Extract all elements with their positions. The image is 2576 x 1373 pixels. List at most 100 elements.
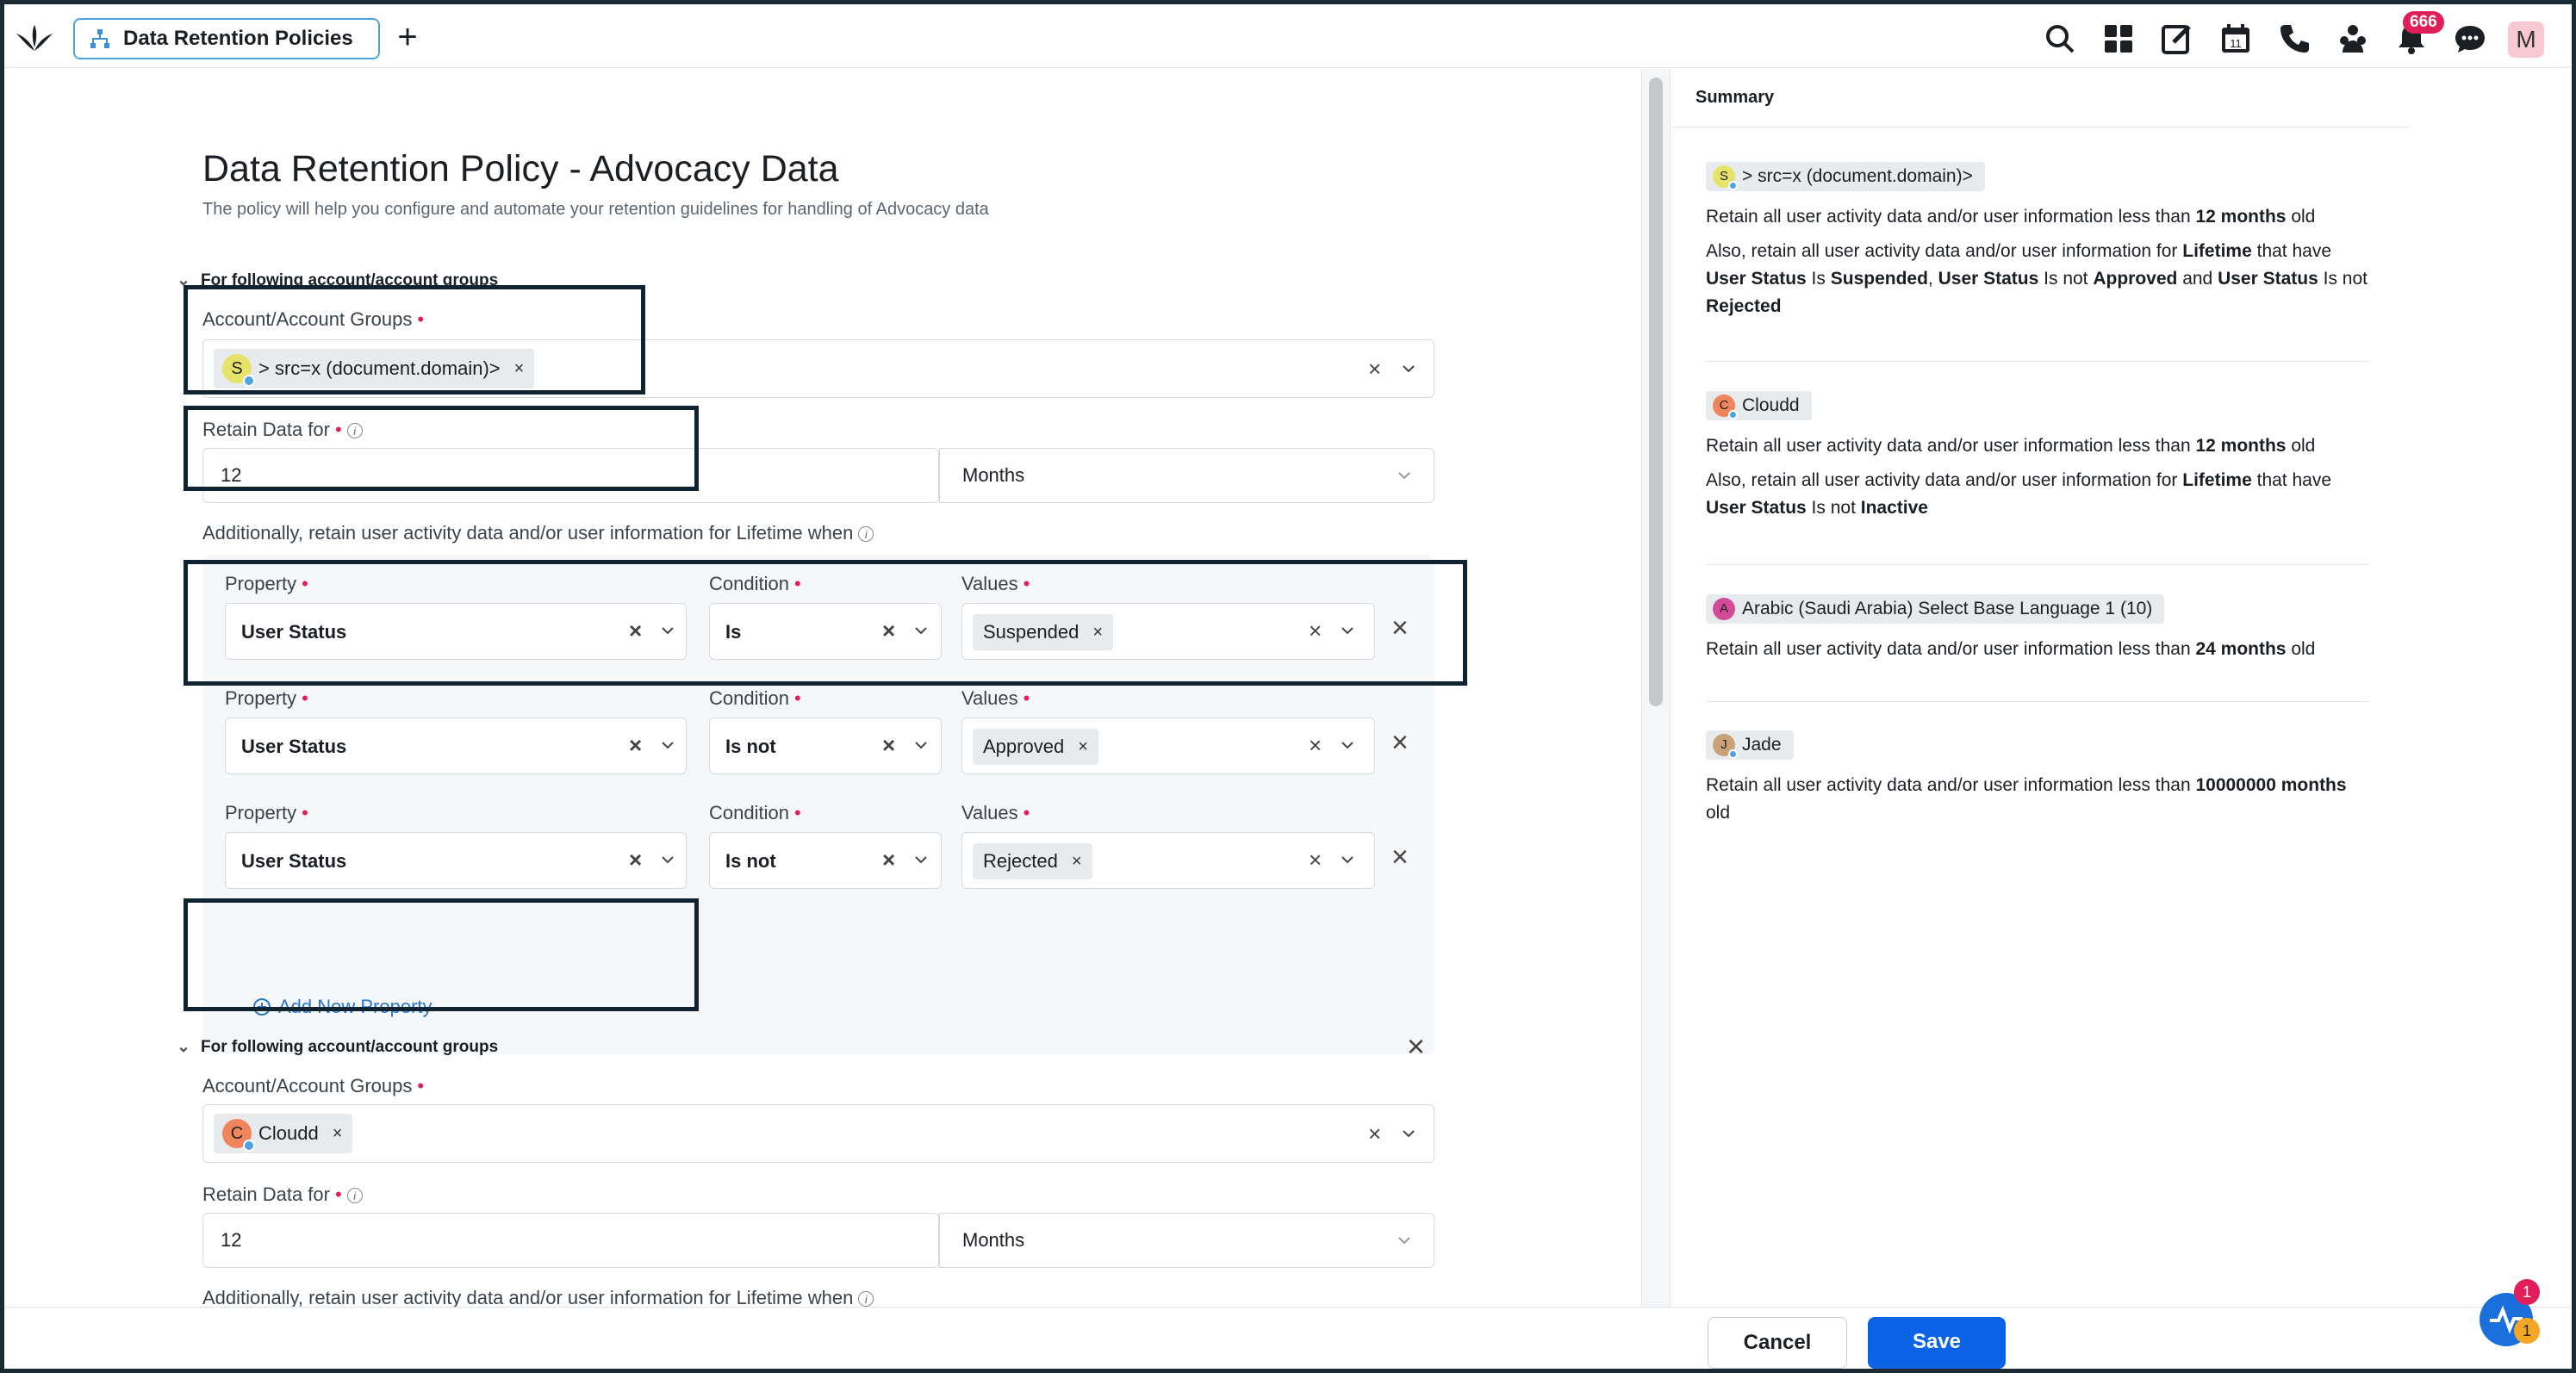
notification-badge: 666	[2403, 11, 2444, 34]
clear-icon[interactable]: ×	[629, 847, 642, 873]
chevron-down-icon	[1341, 742, 1353, 749]
main-scrollbar[interactable]	[1641, 69, 1671, 1307]
condition-label: Condition •	[709, 802, 801, 823]
values-select[interactable]: Approved × ×	[961, 718, 1375, 774]
highlight-box	[184, 285, 645, 395]
top-bar: Data Retention Policies + 11 666 M	[4, 4, 2572, 68]
tab-label: Data Retention Policies	[123, 27, 353, 50]
phone-icon[interactable]	[2277, 22, 2312, 56]
retain-value-input[interactable]: 12	[202, 1213, 939, 1268]
tab-data-retention-policies[interactable]: Data Retention Policies	[73, 18, 380, 59]
values-label: Values •	[961, 687, 1030, 709]
user-avatar[interactable]: M	[2508, 22, 2544, 58]
clear-icon[interactable]: ×	[882, 847, 895, 873]
summary-card: A Arabic (Saudi Arabia) Select Base Lang…	[1706, 594, 2369, 663]
info-icon[interactable]: i	[858, 526, 874, 543]
footer-bar: Cancel Save	[4, 1307, 2572, 1369]
remove-chip-icon[interactable]: ×	[1078, 737, 1088, 757]
chat-icon[interactable]	[2453, 22, 2487, 56]
account-chip-label: Cloudd	[258, 1122, 319, 1144]
property-label: Property •	[225, 802, 308, 823]
clear-icon[interactable]: ×	[1368, 1121, 1381, 1147]
chevron-down-icon: ⌄	[177, 1038, 190, 1056]
summary-title: Summary	[1671, 69, 2408, 127]
remove-chip-icon[interactable]: ×	[1072, 852, 1082, 872]
summary-account-tag: C Cloudd	[1706, 391, 1812, 420]
clear-icon[interactable]: ×	[1309, 847, 1322, 873]
summary-panel: Summary S > src=x (document.domain)> Ret…	[1671, 69, 2572, 1307]
app-window: Data Retention Policies + 11 666 M Data …	[4, 4, 2572, 1369]
retain-data-label: Retain Data for • i	[202, 1184, 363, 1206]
clear-icon[interactable]: ×	[1368, 356, 1381, 382]
fab-badge-bottom: 1	[2514, 1318, 2540, 1344]
highlight-box	[184, 560, 1467, 686]
summary-account-tag: A Arabic (Saudi Arabia) Select Base Lang…	[1706, 594, 2165, 624]
account-avatar: C	[222, 1119, 255, 1152]
remove-section-icon[interactable]: ×	[1407, 1028, 1425, 1065]
divider	[1706, 564, 2369, 565]
divider	[1706, 701, 2369, 702]
section-toggle[interactable]: ⌄ For following account/account groups	[177, 1037, 498, 1057]
fab-badge-top: 1	[2514, 1279, 2540, 1305]
value-chip: Approved ×	[973, 729, 1098, 765]
app-logo-icon[interactable]	[15, 22, 54, 56]
chevron-down-icon	[1398, 472, 1410, 480]
calendar-day: 11	[2230, 37, 2242, 50]
chevron-down-icon	[915, 742, 927, 749]
summary-card: J Jade Retain all user activity data and…	[1706, 730, 2369, 827]
account-groups-select[interactable]: C Cloudd × ×	[202, 1104, 1434, 1163]
account-avatar: J	[1713, 734, 1738, 759]
values-label: Values •	[961, 802, 1030, 823]
clear-icon[interactable]: ×	[882, 732, 895, 759]
summary-card: C Cloudd Retain all user activity data a…	[1706, 391, 2369, 522]
policy-form: Data Retention Policy - Advocacy Data Th…	[4, 69, 1641, 1307]
account-groups-label: Account/Account Groups •	[202, 1075, 425, 1097]
remove-rule-icon[interactable]: ×	[1391, 726, 1409, 760]
hierarchy-icon	[90, 29, 109, 48]
summary-lifetime-text: Also, retain all user activity data and/…	[1706, 470, 2332, 518]
save-button[interactable]: Save	[1868, 1317, 2006, 1369]
divider	[1706, 361, 2369, 362]
remove-chip-icon[interactable]: ×	[333, 1124, 343, 1144]
condition-select[interactable]: Is not ×	[709, 832, 942, 889]
additionally-label: Additionally, retain user activity data …	[202, 1287, 874, 1307]
property-select[interactable]: User Status ×	[225, 832, 687, 889]
condition-label: Condition •	[709, 687, 801, 709]
new-tab-button[interactable]: +	[390, 20, 425, 54]
chevron-down-icon	[915, 856, 927, 864]
chevron-down-icon	[1341, 856, 1353, 864]
account-avatar: A	[1713, 598, 1735, 620]
page-subtitle: The policy will help you configure and a…	[202, 200, 989, 219]
highlight-box	[184, 406, 699, 491]
account-chip: C Cloudd ×	[214, 1114, 353, 1153]
values-select[interactable]: Rejected × ×	[961, 832, 1375, 889]
clear-icon[interactable]: ×	[629, 732, 642, 759]
account-avatar: C	[1713, 395, 1738, 419]
clear-icon[interactable]: ×	[1309, 732, 1322, 759]
retain-unit-select[interactable]: Months	[939, 448, 1434, 503]
apps-grid-icon[interactable]	[2101, 22, 2136, 56]
chevron-down-icon[interactable]	[1401, 1126, 1416, 1141]
calendar-icon[interactable]: 11	[2218, 22, 2253, 56]
chevron-down-icon	[662, 742, 674, 749]
remove-rule-icon[interactable]: ×	[1391, 841, 1409, 874]
community-icon[interactable]	[2336, 22, 2370, 56]
cancel-button[interactable]: Cancel	[1708, 1317, 1847, 1369]
condition-select[interactable]: Is not ×	[709, 718, 942, 774]
info-icon[interactable]: i	[858, 1291, 874, 1307]
page-title: Data Retention Policy - Advocacy Data	[202, 148, 839, 189]
chevron-down-icon	[662, 856, 674, 864]
property-label: Property •	[225, 687, 308, 709]
retain-unit-select[interactable]: Months	[939, 1213, 1434, 1268]
highlight-box	[184, 898, 699, 1011]
summary-retain-text: Retain all user activity data and/or use…	[1706, 775, 2347, 823]
scrollbar-thumb[interactable]	[1649, 78, 1663, 706]
search-icon[interactable]	[2043, 22, 2077, 56]
chevron-down-icon: ⌄	[177, 271, 190, 289]
compose-icon[interactable]	[2160, 22, 2194, 56]
value-chip: Rejected ×	[973, 843, 1092, 879]
chevron-down-icon[interactable]	[1401, 361, 1416, 376]
summary-retain-text: Retain all user activity data and/or use…	[1706, 207, 2316, 227]
info-icon[interactable]: i	[346, 1188, 363, 1204]
property-select[interactable]: User Status ×	[225, 718, 687, 774]
